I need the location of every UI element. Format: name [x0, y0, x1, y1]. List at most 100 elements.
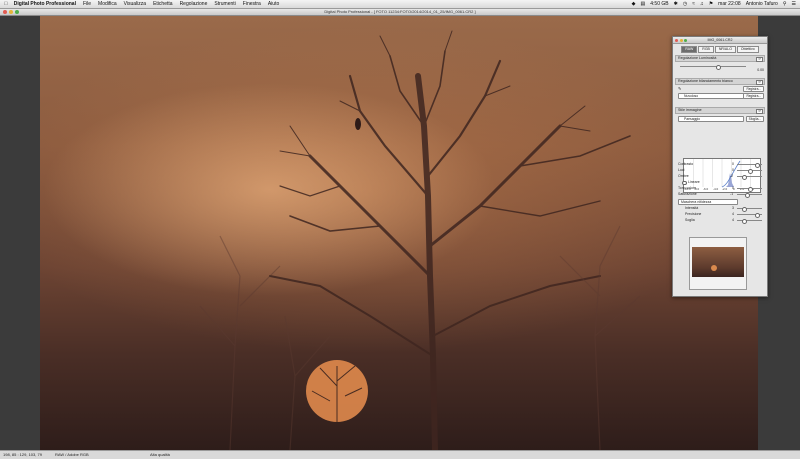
brightness-slider[interactable] — [680, 64, 746, 70]
contrast-slider[interactable] — [737, 162, 762, 168]
list-icon[interactable]: ☰ — [792, 1, 796, 7]
wifi-icon[interactable]: ≈ — [692, 1, 695, 7]
color-tone-slider[interactable] — [737, 186, 762, 192]
sharpness-mode-label: Maschera nitidezza — [681, 200, 712, 204]
thumbnail-sun-shape — [711, 265, 717, 271]
tab-nr-alo[interactable]: NR/ALO — [714, 46, 736, 53]
highlights-label: Luci — [678, 168, 685, 172]
sharp-row: Precisione 4 — [675, 212, 765, 218]
shadows-slider[interactable] — [737, 174, 762, 180]
menu-modifica[interactable]: Modifica — [98, 1, 117, 7]
sharp-fineness-label: Precisione — [685, 212, 702, 216]
style-browse-button[interactable]: Sfoglia... — [745, 116, 764, 122]
photo-preview[interactable] — [40, 16, 758, 450]
menubar:  Digital Photo Professional File Modifi… — [0, 0, 800, 9]
color-tone-knob[interactable] — [748, 186, 753, 192]
menu-etichetta[interactable]: Etichetta — [153, 1, 172, 7]
pixel-readout: 198, 85 : 129, 103, 79 — [3, 452, 42, 457]
style-section: Stile immagine ↺ — [675, 107, 765, 114]
color-tone-label: Tono colore — [678, 186, 697, 190]
bluetooth-icon[interactable]: ✱ — [674, 1, 678, 7]
wb-section: Regolazione bilanciamento bianco ↺ — [675, 78, 765, 85]
palette-zoom-icon[interactable] — [684, 38, 687, 42]
time-machine-icon[interactable]: ◷ — [683, 1, 687, 7]
app-menu[interactable]: Digital Photo Professional — [14, 1, 76, 7]
shadows-label: Ombre — [678, 174, 689, 178]
highlights-slider[interactable] — [737, 168, 762, 174]
color-space: RAW / Adobe RGB — [55, 452, 89, 457]
sharp-strength-label: Intensità — [685, 206, 699, 210]
wb-register-top-button[interactable]: Registra... — [743, 86, 764, 92]
sharp-fineness-knob[interactable] — [755, 212, 760, 218]
brightness-value[interactable]: 0.00 — [757, 68, 764, 72]
sharp-threshold-slider[interactable] — [737, 218, 762, 224]
saturation-knob[interactable] — [745, 192, 750, 198]
style-header: Stile immagine — [678, 108, 702, 112]
linear-label: Lineare — [688, 180, 700, 184]
contrast-label: Contrasto — [678, 162, 694, 166]
menu-file[interactable]: File — [83, 1, 91, 7]
color-tone-value: 0 — [732, 186, 734, 190]
control-row: Contrasto 0 — [675, 162, 765, 168]
saturation-label: Saturazione — [678, 192, 697, 196]
window-titlebar: Digital Photo Professional - [ FOTO 1123… — [0, 9, 800, 16]
eyedropper-icon[interactable]: ✎ — [678, 86, 681, 91]
bird-shape — [355, 118, 361, 130]
shadows-knob[interactable] — [742, 174, 747, 180]
clock[interactable]: mar 22:08 — [718, 1, 741, 7]
palette-titlebar: IMG_0061.CR2 — [673, 37, 767, 44]
menu-aiuto[interactable]: Aiuto — [268, 1, 279, 7]
control-row: Saturazione -1 — [675, 192, 765, 198]
contrast-knob[interactable] — [755, 162, 760, 168]
menu-regolazione[interactable]: Regolazione — [180, 1, 208, 7]
control-row: Ombre -2 — [675, 174, 765, 180]
saturation-slider[interactable] — [737, 192, 762, 198]
menubar-status: ◆ ▤ 4:50 GB ✱ ◷ ≈ ♫ ⚑ mar 22:08 Antonio … — [632, 0, 796, 8]
volume-icon[interactable]: ♫ — [700, 1, 704, 7]
sharp-strength-value: 3 — [732, 206, 734, 210]
wb-register-button[interactable]: Registra... — [743, 93, 764, 99]
tree-silhouette — [199, 30, 641, 450]
dropbox-icon[interactable]: ◆ — [632, 1, 636, 7]
spotlight-icon[interactable]: ⚲ — [783, 1, 787, 7]
saturation-value: -1 — [730, 192, 734, 196]
apple-icon[interactable]:  — [4, 1, 8, 7]
control-row: Luci 0 — [675, 168, 765, 174]
wb-preset-select[interactable]: Nuvoloso — [678, 93, 744, 99]
sharpness-mode-select[interactable]: Maschera nitidezza — [678, 199, 738, 205]
thumbnail-image[interactable] — [692, 247, 744, 277]
palette-controls — [675, 38, 687, 42]
shadows-value: -2 — [730, 174, 734, 178]
menu-strumenti[interactable]: Strumenti — [214, 1, 235, 7]
sharp-threshold-knob[interactable] — [742, 218, 747, 224]
user-name[interactable]: Antonio Tafuro — [746, 1, 778, 7]
flag-icon[interactable]: ⚑ — [709, 1, 713, 7]
brightness-section: Regolazione Luminosità ↺ — [675, 55, 765, 62]
sharp-strength-knob[interactable] — [742, 206, 747, 212]
sharp-fineness-slider[interactable] — [737, 212, 762, 218]
linear-checkbox[interactable] — [682, 180, 687, 185]
wb-row: ✎ Registra... Nuvoloso Registra... — [676, 85, 764, 101]
style-row: Paesaggio Sfoglia... — [676, 114, 764, 122]
navigator-thumbnail[interactable] — [689, 237, 747, 290]
menu-finestra[interactable]: Finestra — [243, 1, 261, 7]
sharp-strength-slider[interactable] — [737, 206, 762, 212]
sharp-fineness-value: 4 — [732, 212, 734, 216]
palette-close-icon[interactable] — [675, 38, 678, 42]
brightness-knob[interactable] — [716, 64, 721, 70]
palette-minimize-icon[interactable] — [679, 38, 683, 42]
tab-raw[interactable]: RAW — [681, 46, 698, 53]
brightness-row: 0.00 — [676, 62, 764, 72]
memory-icon[interactable]: ▤ — [641, 1, 646, 7]
sharp-threshold-value: 4 — [732, 218, 734, 222]
tab-rgb[interactable]: RGB — [698, 46, 714, 53]
battery-status[interactable]: 4:50 GB — [650, 1, 668, 7]
highlights-value: 0 — [732, 168, 734, 172]
palette-tabs: RAW RGB NR/ALO Obiettivo — [673, 46, 767, 53]
menu-visualizza[interactable]: Visualizza — [124, 1, 146, 7]
highlights-knob[interactable] — [748, 168, 753, 174]
render-quality: Alta qualità — [150, 452, 170, 457]
sharp-row: Soglia 4 — [675, 218, 765, 224]
style-preset-select[interactable]: Paesaggio — [678, 116, 744, 122]
tab-obiettivo[interactable]: Obiettivo — [736, 46, 759, 53]
